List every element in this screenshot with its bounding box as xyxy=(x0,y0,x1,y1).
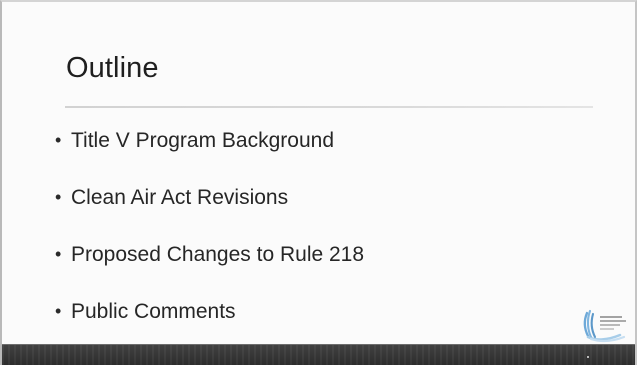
outline-item: Clean Air Act Revisions xyxy=(55,184,364,211)
presentation-slide: Outline Title V Program Background Clean… xyxy=(0,0,637,365)
outline-list: Title V Program Background Clean Air Act… xyxy=(55,127,364,355)
footer-dot xyxy=(587,356,589,358)
slide-footer-texture xyxy=(2,345,635,365)
agency-logo-icon xyxy=(580,306,630,346)
outline-item: Public Comments xyxy=(55,298,364,325)
title-divider xyxy=(65,106,593,108)
outline-item-text: Public Comments xyxy=(71,300,236,323)
outline-item-text: Proposed Changes to Rule 218 xyxy=(71,243,365,266)
outline-item: Proposed Changes to Rule 218 xyxy=(55,241,364,268)
outline-item-text: Clean Air Act Revisions xyxy=(71,186,289,209)
outline-item-text: Title V Program Background xyxy=(71,129,335,152)
outline-item: Title V Program Background xyxy=(55,127,364,154)
slide-title: Outline xyxy=(66,52,159,84)
